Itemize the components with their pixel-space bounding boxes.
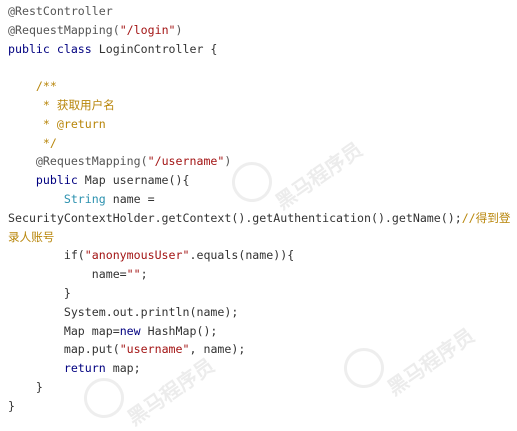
code-token: public [8, 173, 85, 188]
code-token: name= [8, 267, 127, 282]
code-line: public Map username(){ [8, 171, 190, 190]
code-token: .equals(name)){ [189, 248, 295, 263]
code-token: */ [8, 135, 57, 150]
code-line: SecurityContextHolder.getContext().getAu… [8, 209, 510, 228]
code-token: @RequestMapping( [8, 22, 120, 37]
code-token: * @return [8, 116, 106, 131]
code-line: return map; [8, 359, 141, 378]
code-line: /** [8, 77, 57, 96]
code-token: System.out.println(name); [8, 304, 239, 319]
code-line: } [8, 284, 71, 303]
code-token: ; [140, 267, 148, 282]
code-token: /** [8, 79, 57, 94]
code-line: */ [8, 134, 57, 153]
code-token: public class [8, 41, 99, 56]
code-token: "/login" [119, 22, 176, 37]
code-line: @RequestMapping("/login") [8, 21, 183, 40]
code-token: name = [105, 192, 155, 206]
code-line: * @return [8, 115, 106, 134]
code-token: map.put( [8, 342, 120, 357]
code-line: String name = [8, 190, 155, 209]
code-token: * 获取用户名 [8, 98, 115, 112]
code-token: Map map= [8, 323, 120, 338]
code-line: Map map=new HashMap(); [8, 322, 218, 341]
code-token: HashMap(); [147, 323, 218, 338]
code-line: @RestController [8, 2, 113, 21]
code-token: Map username(){ [84, 173, 190, 188]
code-line: map.put("username", name); [8, 340, 246, 359]
code-token: map; [112, 361, 141, 376]
code-token: "/username" [147, 154, 225, 169]
code-line: 录人账号 [8, 228, 54, 247]
code-token: return [63, 361, 113, 376]
code-token: //得到登 [461, 210, 511, 225]
code-token: "" [126, 267, 141, 282]
code-line: } [8, 378, 43, 397]
code-line: name=""; [8, 265, 148, 284]
code-token: SecurityContextHolder.getContext().getAu… [8, 210, 462, 225]
code-token: @RequestMapping( [8, 154, 148, 169]
code-token: new [119, 323, 148, 338]
code-line: public class LoginController { [8, 40, 217, 59]
code-token: "username" [119, 342, 190, 357]
code-token: "anonymousUser" [84, 248, 190, 263]
code-line: * 获取用户名 [8, 96, 115, 115]
code-token: } [8, 398, 15, 413]
code-token: ) [175, 22, 183, 37]
code-line: } [8, 397, 15, 416]
code-token: LoginController { [98, 41, 218, 56]
code-token: } [8, 380, 43, 394]
code-token: if( [8, 248, 85, 263]
code-token: ) [224, 154, 232, 169]
code-line: if("anonymousUser".equals(name)){ [8, 246, 294, 265]
code-token: 录人账号 [8, 229, 55, 244]
code-token: } [8, 286, 71, 300]
code-line: @RequestMapping("/username") [8, 152, 231, 171]
code-token: @RestController [8, 4, 113, 18]
code-token: String [63, 192, 106, 206]
code-line: System.out.println(name); [8, 303, 239, 322]
